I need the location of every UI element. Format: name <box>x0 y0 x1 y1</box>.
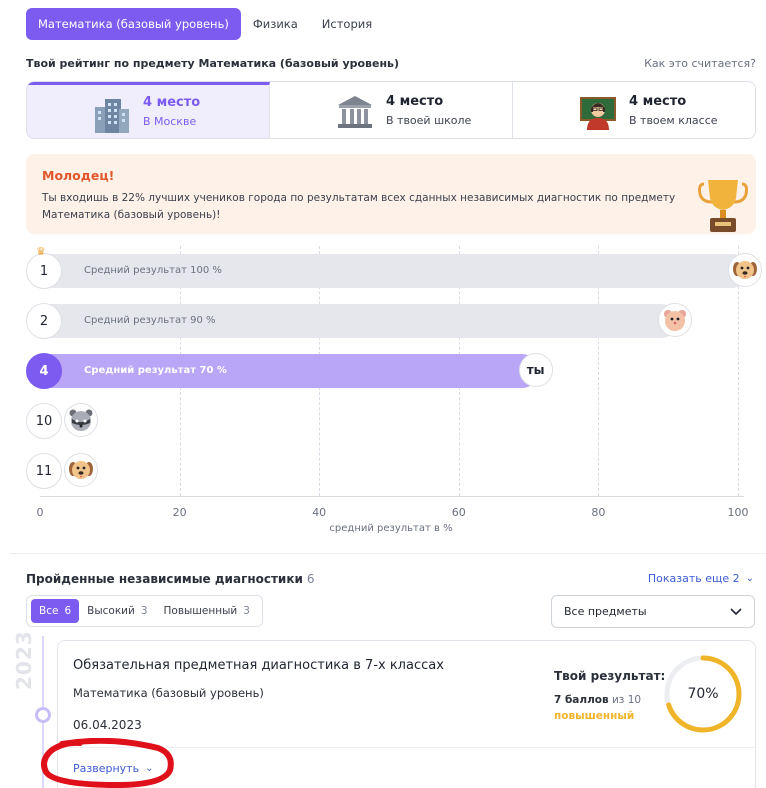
rank-scope: В твоей школе <box>386 113 472 127</box>
rating-chart: средний результат в % 0 20 40 60 80 100 Средни… <box>26 245 762 546</box>
rank-number: 1 <box>26 253 62 289</box>
annotation-circle <box>41 738 174 788</box>
subject-tabs: Математика (базовый уровень) Физика Исто… <box>26 8 384 40</box>
result-label: Твой результат: <box>554 669 666 683</box>
filter-count: 6 <box>64 605 72 617</box>
diagnostics-title: Пройденные независимые диагностики 6 <box>26 572 315 586</box>
chevron-down-icon: ⌄ <box>745 573 754 584</box>
result-percent: 70% <box>687 686 719 702</box>
filter-label: Высокий <box>87 605 135 617</box>
x-tick-label: 20 <box>172 506 187 519</box>
show-more-button[interactable]: Показать еще 2 ⌄ <box>648 572 754 585</box>
tab-math[interactable]: Математика (базовый уровень) <box>26 8 241 40</box>
result-score: 7 баллов из 10 <box>554 694 641 706</box>
school-building-icon <box>338 96 372 128</box>
filter-count: 3 <box>243 605 250 617</box>
rank-place: 4 место <box>143 95 201 110</box>
filter-label: Повышенный <box>163 605 238 617</box>
x-tick-label: 60 <box>451 506 466 519</box>
teacher-icon <box>580 97 616 130</box>
filter-count: 3 <box>140 605 148 617</box>
subject-select-value: Все предметы <box>564 605 647 618</box>
chart-bar: Средний результат 100 % <box>40 254 748 288</box>
chart-baseline <box>40 496 744 497</box>
chart-xlabel: средний результат в % <box>329 523 453 534</box>
congrats-text: Ты входишь в 22% лучших учеников города … <box>42 192 676 221</box>
city-buildings-icon <box>95 99 129 133</box>
rank-place: 4 место <box>629 93 687 109</box>
subject-select[interactable]: Все предметы <box>551 595 755 628</box>
tab-physics[interactable]: Физика <box>241 8 310 40</box>
x-tick-label: 100 <box>727 506 749 519</box>
tab-history[interactable]: История <box>310 8 384 40</box>
rank-card-city[interactable]: 4 место В Москве <box>27 82 270 138</box>
congrats-title: Молодец! <box>42 168 115 183</box>
rank-number: 10 <box>26 403 62 439</box>
diagnostics-count: 6 <box>306 572 315 586</box>
hamster-avatar-icon <box>658 303 693 337</box>
trophy-icon <box>698 180 748 232</box>
diagnostic-name: Обязательная предметная диагностика в 7-… <box>73 658 444 673</box>
bar-label: Средний результат 90 % <box>84 315 216 326</box>
level-filter: Все 6 Высокий 3 Повышенный 3 <box>26 595 263 627</box>
raccoon-avatar-icon <box>64 403 98 437</box>
timeline-year: 2023 <box>12 630 36 690</box>
timeline-dot <box>35 707 51 723</box>
bar-label: Средний результат 70 % <box>84 365 227 376</box>
x-tick-label: 0 <box>36 506 44 519</box>
rank-place: 4 место <box>386 93 444 109</box>
rank-scope: В Москве <box>143 115 197 128</box>
score-value: 7 баллов <box>554 694 609 706</box>
bar-label: Средний результат 100 % <box>84 265 222 276</box>
score-of: из 10 <box>611 694 642 706</box>
filter-all[interactable]: Все 6 <box>31 599 80 623</box>
x-tick-label: 80 <box>591 506 606 519</box>
filter-advanced[interactable]: Повышенный 3 <box>156 599 258 623</box>
dog-avatar-icon <box>64 453 98 487</box>
x-tick-label: 40 <box>312 506 327 519</box>
diagnostics-title-text: Пройденные независимые диагностики <box>26 572 303 586</box>
rank-scope: В твоем классе <box>629 113 718 127</box>
rating-title: Твой рейтинг по предмету Математика (баз… <box>26 57 400 70</box>
filter-label: Все <box>39 605 59 617</box>
me-avatar: ты <box>518 353 553 387</box>
result-level: повышенный <box>554 710 635 722</box>
show-more-label: Показать еще 2 <box>647 572 740 585</box>
chart-bar: Средний результат 70 % <box>40 354 539 388</box>
filter-high[interactable]: Высокий 3 <box>79 599 155 623</box>
rank-card-school[interactable]: 4 место В твоей школе <box>270 82 513 138</box>
rank-card-class[interactable]: 4 место В твоем классе <box>513 82 755 138</box>
chevron-down-icon <box>730 607 742 615</box>
congrats-banner: Молодец! Ты входишь в 22% лучших ученико… <box>26 154 756 234</box>
rank-cards: 4 место В Москве 4 место В твоей школе 4… <box>26 81 756 139</box>
rank-number: 2 <box>26 303 62 339</box>
section-divider <box>10 553 766 554</box>
crown-icon: ♛ <box>36 245 46 258</box>
rank-number: 11 <box>26 453 62 489</box>
rank-number: 4 <box>26 353 62 389</box>
chart-bar: Средний результат 90 % <box>40 304 679 338</box>
diagnostic-subject: Математика (базовый уровень) <box>73 686 264 700</box>
dog-avatar-icon <box>728 253 762 287</box>
diagnostic-date: 06.04.2023 <box>73 718 142 732</box>
how-calculated-link[interactable]: Как это считается? <box>644 57 756 70</box>
